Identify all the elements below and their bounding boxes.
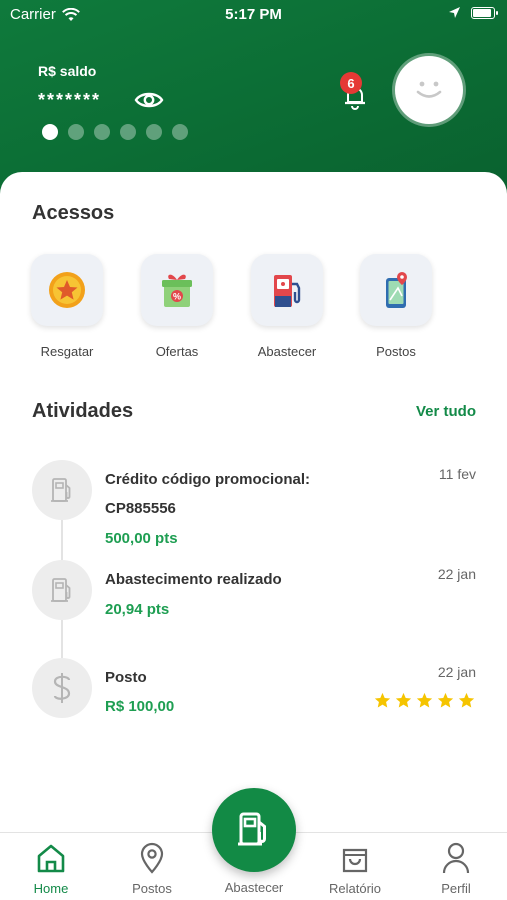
carousel-dot[interactable] (42, 124, 58, 140)
clock: 5:17 PM (225, 6, 282, 23)
gift-discount-icon: % (162, 274, 192, 307)
fuel-pump-icon (51, 578, 71, 602)
location-arrow-icon (449, 7, 460, 18)
tab-relatorio[interactable]: Relatório (315, 841, 395, 896)
avatar[interactable] (395, 56, 463, 124)
notification-badge: 6 (340, 72, 362, 94)
shopping-bag-icon (342, 848, 368, 873)
fuel-pump-icon (51, 478, 71, 502)
location-pin-icon (140, 842, 164, 874)
smiley-face-icon (416, 81, 442, 98)
coin-star-icon (49, 272, 85, 308)
carousel-dot[interactable] (120, 124, 136, 140)
activity-dollar-icon-wrap (32, 658, 92, 718)
carousel-dot[interactable] (94, 124, 110, 140)
person-icon (442, 842, 470, 874)
activity-points: 20,94 pts (105, 601, 170, 618)
carousel-dot[interactable] (172, 124, 188, 140)
carousel-dot[interactable] (68, 124, 84, 140)
tab-label-abastecer: Abastecer (224, 880, 284, 895)
star-icon (395, 692, 412, 708)
tab-label: Home (33, 881, 69, 896)
access-item-ofertas[interactable]: % Ofertas (129, 254, 225, 359)
carousel-dots[interactable] (42, 124, 188, 140)
access-section-title: Acessos (32, 202, 115, 224)
access-label: Ofertas (155, 344, 199, 359)
access-item-resgatar[interactable]: Resgatar (19, 254, 115, 359)
map-pin-phone-icon (386, 272, 407, 308)
activity-title: Abastecimento realizado (105, 571, 282, 588)
activity-title: Posto (105, 669, 147, 686)
activity-title: Crédito código promocional: (105, 471, 310, 488)
activity-value: R$ 100,00 (105, 698, 175, 715)
rating-stars (374, 692, 475, 709)
carousel-dot[interactable] (146, 124, 162, 140)
access-item-abastecer[interactable]: Abastecer (239, 254, 335, 359)
star-icon (374, 692, 391, 708)
star-icon (458, 692, 475, 708)
tab-label: Relatório (328, 881, 382, 896)
activity-fuel-icon-wrap (32, 560, 92, 620)
dollar-icon (53, 673, 71, 703)
activity-date: 22 jan (437, 566, 476, 582)
see-all-link[interactable]: Ver tudo (416, 403, 476, 420)
tab-home[interactable]: Home (11, 841, 91, 896)
status-bar: Carrier 5:17 PM (0, 0, 507, 30)
balance-value: ******* (38, 90, 102, 110)
access-label: Abastecer (257, 344, 317, 359)
abastecer-fab-button[interactable] (212, 788, 296, 872)
tab-perfil[interactable]: Perfil (416, 841, 496, 896)
star-icon (416, 692, 433, 708)
svg-text:%: % (173, 292, 181, 302)
fuel-pump-icon (274, 275, 301, 307)
activity-date: 11 fev (438, 466, 476, 482)
fuel-pump-icon (238, 812, 266, 846)
activities-section-title: Atividades (32, 400, 134, 422)
activity-date: 22 jan (437, 664, 476, 680)
activity-points: 500,00 pts (105, 530, 178, 547)
eye-icon[interactable] (134, 88, 164, 112)
activity-fuel-icon-wrap (32, 460, 92, 520)
access-label: Postos (376, 344, 416, 359)
access-item-postos[interactable]: Postos (348, 254, 444, 359)
tab-postos[interactable]: Postos (112, 841, 192, 896)
balance-label: R$ saldo (38, 63, 97, 79)
tab-label: Postos (132, 881, 172, 896)
tab-label: Perfil (441, 881, 471, 896)
home-icon (37, 844, 65, 873)
star-icon (437, 692, 454, 708)
activity-title-code: CP885556 (105, 500, 176, 517)
access-label: Resgatar (40, 344, 94, 359)
battery-icon (471, 6, 498, 19)
